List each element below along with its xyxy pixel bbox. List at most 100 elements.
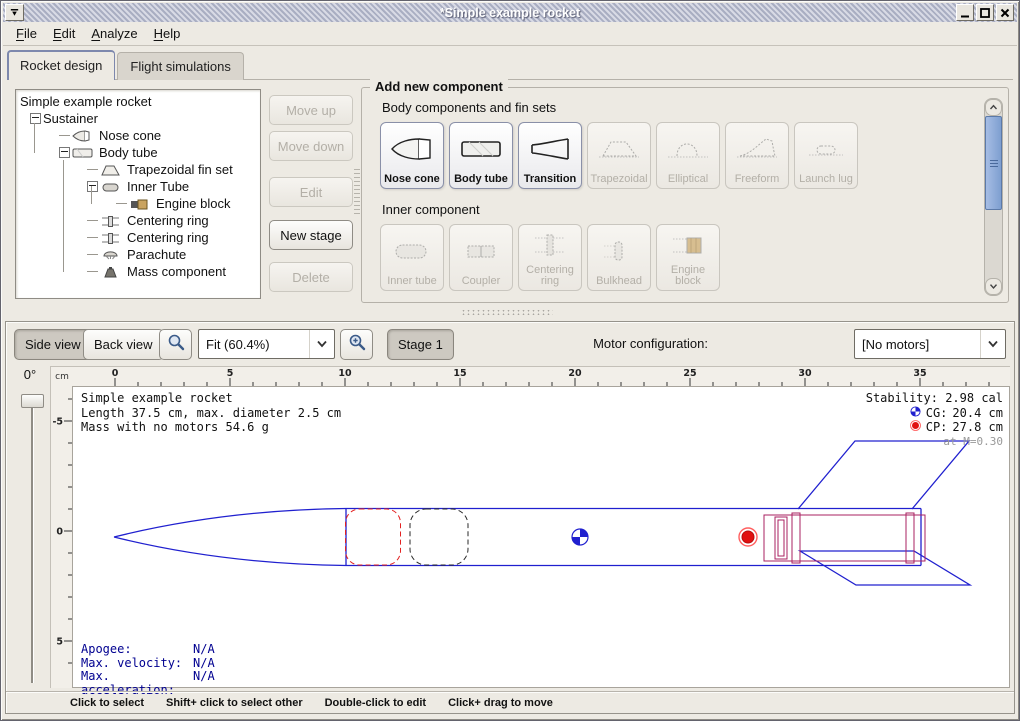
tree-item-trapezoidal-fin-set[interactable]: Trapezoidal fin set: [16, 161, 260, 178]
tree-connector-line: [87, 237, 98, 238]
vertical-split-grip[interactable]: [354, 169, 360, 215]
component-button-transition[interactable]: Transition: [518, 122, 582, 189]
coupler-icon: [458, 225, 504, 276]
component-button-centering-ring: Centering ring: [518, 224, 582, 291]
tree-connector-line: [87, 220, 98, 221]
menu-analyze[interactable]: Analyze: [84, 24, 144, 43]
inner-tube-icon: [389, 225, 435, 276]
collapse-icon[interactable]: [59, 147, 70, 158]
component-button-nose-cone[interactable]: Nose cone: [380, 122, 444, 189]
tree-item-inner-tube[interactable]: Inner Tube: [16, 178, 260, 195]
stage-1-toggle[interactable]: Stage 1: [387, 329, 454, 360]
edit-button: Edit: [269, 177, 353, 207]
inner-tube-outline: [764, 515, 925, 561]
zoom-out-button[interactable]: [159, 329, 192, 360]
tree-connector: [87, 271, 100, 272]
status-hint: Click+ drag to move: [448, 697, 553, 709]
tree-connector-line: [63, 160, 64, 272]
tree-item-mass-component[interactable]: Mass component: [16, 263, 260, 280]
zoom-level-value: Fit (60.4%): [199, 337, 309, 352]
centeringring-icon: [100, 231, 122, 245]
tree-item-centering-ring[interactable]: Centering ring: [16, 212, 260, 229]
svg-text:10: 10: [338, 368, 352, 379]
component-button-label: Launch lug: [799, 174, 853, 185]
tree-item-sustainer[interactable]: Sustainer: [16, 110, 260, 127]
horizontal-split-divider[interactable]: [7, 306, 1013, 318]
menu-edit[interactable]: Edit: [46, 24, 82, 43]
component-button-trapezoidal: Trapezoidal: [587, 122, 651, 189]
tree-connector-line: [34, 123, 35, 153]
engine-block-icon: [665, 225, 711, 265]
tree-connector-line: [87, 254, 98, 255]
collapse-icon[interactable]: [30, 113, 41, 124]
component-scrollbar[interactable]: [984, 98, 1003, 296]
mass-component-outline: [410, 509, 468, 565]
tree-item-simple-example-rocket[interactable]: Simple example rocket: [16, 93, 260, 110]
stability-line: Stability: 2.98 cal: [866, 391, 1003, 406]
side-view-button[interactable]: Side view: [14, 329, 92, 360]
tree-item-parachute[interactable]: Parachute: [16, 246, 260, 263]
tree-item-nose-cone[interactable]: Nose cone: [16, 127, 260, 144]
horizontal-split-grip[interactable]: [461, 309, 553, 316]
scroll-down-button[interactable]: [985, 278, 1002, 295]
component-button-label: Bulkhead: [596, 276, 642, 287]
section-label-body-components-and-fin-sets: Body components and fin sets: [382, 100, 556, 115]
rocket-length-line: Length 37.5 cm, max. diameter 2.5 cm: [81, 406, 341, 421]
status-hint: Click to select: [70, 697, 144, 709]
scrollbar-grip-icon: [990, 160, 998, 167]
new-stage-button[interactable]: New stage: [269, 220, 353, 250]
tree-item-body-tube[interactable]: Body tube: [16, 144, 260, 161]
menu-help[interactable]: Help: [147, 24, 188, 43]
titlebar[interactable]: *Simple example rocket: [3, 3, 1017, 23]
section-label-inner-component: Inner component: [382, 202, 480, 217]
rocket-canvas[interactable]: Simple example rocket Length 37.5 cm, ma…: [72, 386, 1010, 688]
collapse-icon[interactable]: [87, 181, 98, 192]
scroll-up-button[interactable]: [985, 99, 1002, 116]
window-menu-icon[interactable]: [5, 4, 24, 21]
tree-item-label: Mass component: [127, 264, 226, 279]
minimize-button[interactable]: [956, 4, 974, 21]
flight-data-row: Apogee:N/A: [81, 643, 215, 657]
tree-item-label: Sustainer: [43, 111, 98, 126]
nosecone-icon: [72, 129, 94, 143]
rocket-mass-line: Mass with no motors 54.6 g: [81, 420, 341, 435]
cg-icon: [910, 406, 921, 421]
nose-cone-icon: [389, 123, 435, 174]
zoom-in-button[interactable]: [340, 329, 373, 360]
rotation-slider-handle[interactable]: [21, 394, 44, 408]
maximize-button[interactable]: [976, 4, 994, 21]
mass-icon: [100, 265, 122, 279]
component-button-inner-tube: Inner tube: [380, 224, 444, 291]
component-button-label: Nose cone: [384, 174, 440, 185]
zoom-level-combobox[interactable]: Fit (60.4%): [198, 329, 335, 359]
component-button-label: Centering ring: [519, 265, 581, 287]
motor-configuration-combobox[interactable]: [No motors]: [854, 329, 1006, 359]
tree-connector-line: [87, 271, 98, 272]
menu-file[interactable]: File: [9, 24, 44, 43]
tree-connector-line: [87, 169, 98, 170]
scrollbar-thumb[interactable]: [985, 116, 1002, 210]
flight-data-value: N/A: [193, 643, 215, 657]
back-view-button[interactable]: Back view: [83, 329, 164, 360]
component-button-label: Body tube: [454, 174, 508, 185]
chevron-down-icon[interactable]: [309, 330, 334, 358]
tree-item-engine-block[interactable]: Engine block: [16, 195, 260, 212]
move-down-button: Move down: [269, 131, 353, 161]
component-tree: Simple example rocketSustainerNose coneB…: [16, 90, 260, 280]
tree-item-centering-ring[interactable]: Centering ring: [16, 229, 260, 246]
component-button-body-tube[interactable]: Body tube: [449, 122, 513, 189]
component-button-label: Elliptical: [668, 174, 708, 185]
tab-rocket-design[interactable]: Rocket design: [7, 50, 115, 80]
rotation-slider[interactable]: [27, 394, 36, 683]
flight-data-label: Max. velocity:: [81, 657, 193, 671]
stability-block: Stability: 2.98 cal CG:20.4 cm CP:27.8 c…: [866, 391, 1003, 449]
motor-mount: [764, 513, 925, 563]
chevron-down-icon[interactable]: [980, 330, 1005, 358]
tab-flight-simulations[interactable]: Flight simulations: [117, 52, 243, 80]
close-button[interactable]: [996, 4, 1014, 21]
bottom-fin: [800, 551, 970, 585]
component-tree-panel: Simple example rocketSustainerNose coneB…: [15, 89, 261, 299]
component-button-label: Trapezoidal: [590, 174, 647, 185]
component-button-launch-lug: Launch lug: [794, 122, 858, 189]
component-button-label: Transition: [524, 174, 577, 185]
